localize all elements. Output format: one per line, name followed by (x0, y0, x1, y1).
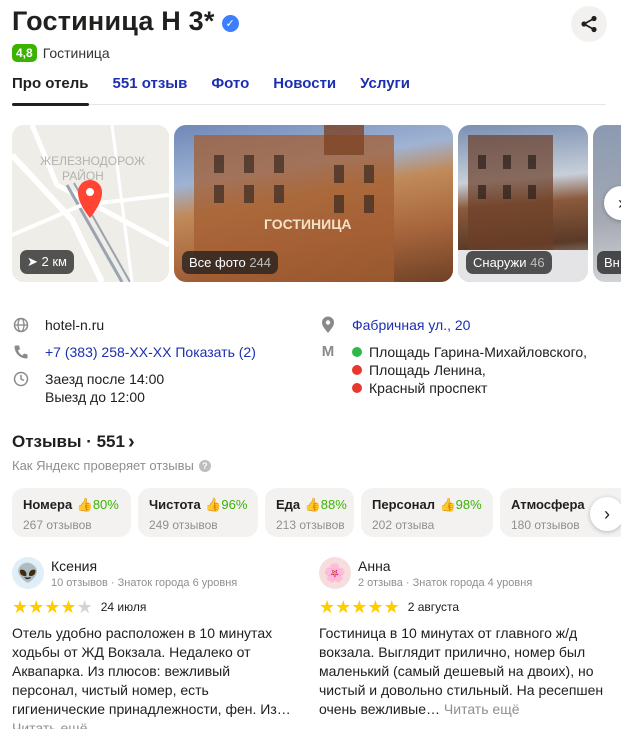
rating-row: 4,8 Гостиница (12, 44, 110, 62)
thumb-up-icon: 👍 (439, 497, 456, 512)
review-author-name[interactable]: Анна (358, 557, 532, 575)
review-card: 🌸 Анна 2 отзыва · Знаток города 4 уровня… (319, 557, 604, 719)
star-icon: ★ (319, 597, 336, 617)
hotel-photo-main[interactable]: ГОСТИНИЦА Все фото 244 (174, 125, 453, 282)
aspect-chip-cleanliness[interactable]: Чистота 👍96% 249 отзывов (138, 488, 258, 537)
read-more-link[interactable]: Читать ещё (12, 720, 88, 729)
review-date: 24 июля (100, 600, 147, 614)
checkin-time: Заезд после 14:00 (45, 371, 165, 387)
map-district-label: ЖЕЛЕЗНОДОРОЖ (40, 154, 145, 168)
review-card: 👽 Ксения 10 отзывов · Знаток города 6 ур… (12, 557, 297, 729)
phone-link[interactable]: +7 (383) 258-XX-XX Показать (2) (45, 343, 256, 361)
location-pin-icon (319, 316, 337, 334)
aspect-chip-staff[interactable]: Персонал 👍98% 202 отзыва (361, 488, 493, 537)
metro-line-dot (352, 383, 362, 393)
chevron-right-icon: › (127, 430, 135, 453)
reviews-verification-link[interactable]: Как Яндекс проверяет отзывы ? (12, 458, 211, 473)
metro-station[interactable]: Площадь Гарина-Михайловского, (352, 343, 587, 361)
aspect-chips: Номера 👍80% 267 отзывов Чистота 👍96% 249… (12, 488, 621, 538)
distance-value: 2 км (41, 254, 67, 269)
avatar[interactable]: 🌸 (319, 557, 351, 589)
tab-bar: Про отель 551 отзыв Фото Новости Услуги (12, 74, 606, 106)
star-icon: ★ (28, 597, 45, 617)
svg-text:РАЙОН: РАЙОН (62, 168, 104, 183)
aspect-chip-food[interactable]: Еда 👍88% 213 отзывов (265, 488, 354, 537)
address-link[interactable]: Фабричная ул., 20 (352, 316, 470, 334)
thumb-up-icon: 👍 (304, 497, 321, 512)
metro-station[interactable]: Красный проспект (352, 379, 587, 397)
globe-icon (12, 316, 30, 334)
page-title: Гостиница Н 3* (12, 6, 215, 36)
tab-news[interactable]: Новости (273, 74, 336, 105)
outside-photos-count: 46 (530, 255, 545, 270)
website-row: hotel-n.ru (12, 316, 312, 334)
rating-badge[interactable]: 4,8 (12, 44, 37, 62)
review-author: 🌸 Анна 2 отзыва · Знаток города 4 уровня (319, 557, 604, 589)
chevron-right-icon: › (604, 503, 610, 524)
review-text: Отель удобно расположен в 10 минутах ход… (12, 624, 297, 729)
outside-photos-pill: Снаружи 46 (466, 251, 552, 274)
metro-line-dot (352, 347, 362, 357)
avatar[interactable]: 👽 (12, 557, 44, 589)
question-icon: ? (198, 459, 211, 472)
photo-gallery: ЖЕЛЕЗНОДОРОЖ РАЙОН ➤ 2 км ГОСТИНИЦА Все … (12, 125, 621, 282)
star-icon: ★ (383, 597, 400, 617)
metro-station[interactable]: Площадь Ленина, (352, 361, 587, 379)
all-photos-count: 244 (249, 255, 272, 270)
category-label: Гостиница (42, 45, 110, 61)
partial-photos-pill: Вн (597, 251, 621, 274)
reviews-title[interactable]: Отзывы · 551 › (12, 432, 135, 452)
map-preview[interactable]: ЖЕЛЕЗНОДОРОЖ РАЙОН ➤ 2 км (12, 125, 169, 282)
thumb-up-icon: 👍 (76, 497, 93, 512)
hours-row: Заезд после 14:00 Выезд до 12:00 (12, 370, 312, 406)
checkout-time: Выезд до 12:00 (45, 389, 145, 405)
tab-services[interactable]: Услуги (360, 74, 410, 105)
star-icon: ★ (351, 597, 368, 617)
svg-text:ГОСТИНИЦА: ГОСТИНИЦА (264, 216, 352, 232)
review-date: 2 августа (407, 600, 460, 614)
tab-reviews[interactable]: 551 отзыв (113, 74, 188, 105)
phone-icon (12, 343, 30, 361)
location-column: Фабричная ул., 20 M Площадь Гарина-Михай… (319, 316, 619, 406)
thumb-up-icon: 👍 (205, 497, 222, 512)
aspect-chip-rooms[interactable]: Номера 👍80% 267 отзывов (12, 488, 131, 537)
star-icon: ★ (335, 597, 352, 617)
share-icon (581, 15, 597, 33)
star-icon: ★ (12, 597, 29, 617)
all-photos-pill: Все фото 244 (182, 251, 279, 274)
star-icon: ★ (76, 597, 93, 617)
review-author-meta: 10 отзывов · Знаток города 6 уровня (51, 577, 238, 589)
metro-row: M Площадь Гарина-Михайловского, Площадь … (319, 343, 619, 397)
metro-line-dot (352, 365, 362, 375)
metro-list: Площадь Гарина-Михайловского, Площадь Ле… (352, 343, 587, 397)
review-stars: ★ ★ ★ ★ ★ 2 августа (319, 597, 604, 617)
review-author: 👽 Ксения 10 отзывов · Знаток города 6 ур… (12, 557, 297, 589)
star-icon: ★ (44, 597, 61, 617)
tab-about[interactable]: Про отель (12, 74, 89, 106)
hotel-photo-outside[interactable]: Снаружи 46 (458, 125, 588, 282)
review-author-name[interactable]: Ксения (51, 557, 237, 575)
clock-icon (12, 370, 30, 388)
verified-check-icon: ✓ (221, 14, 239, 32)
review-author-meta: 2 отзыва · Знаток города 4 уровня (358, 577, 533, 589)
review-text: Гостиница в 10 минутах от главного ж/д в… (319, 625, 604, 717)
hotel-header: Гостиница Н 3* ✓ (12, 6, 239, 37)
star-icon: ★ (60, 597, 77, 617)
share-button[interactable] (571, 6, 607, 42)
aspects-next-button[interactable]: › (590, 497, 621, 531)
read-more-link[interactable]: Читать ещё (444, 701, 520, 717)
phone-row: +7 (383) 258-XX-XX Показать (2) (12, 343, 312, 361)
distance-pill: ➤ 2 км (20, 250, 74, 274)
contacts-column: hotel-n.ru +7 (383) 258-XX-XX Показать (… (12, 316, 312, 415)
tab-photos[interactable]: Фото (211, 74, 249, 105)
website-link[interactable]: hotel-n.ru (45, 316, 104, 334)
review-stars: ★ ★ ★ ★ ★ 24 июля (12, 597, 297, 617)
address-row: Фабричная ул., 20 (319, 316, 619, 334)
star-icon: ★ (367, 597, 384, 617)
metro-icon: M (321, 343, 335, 360)
